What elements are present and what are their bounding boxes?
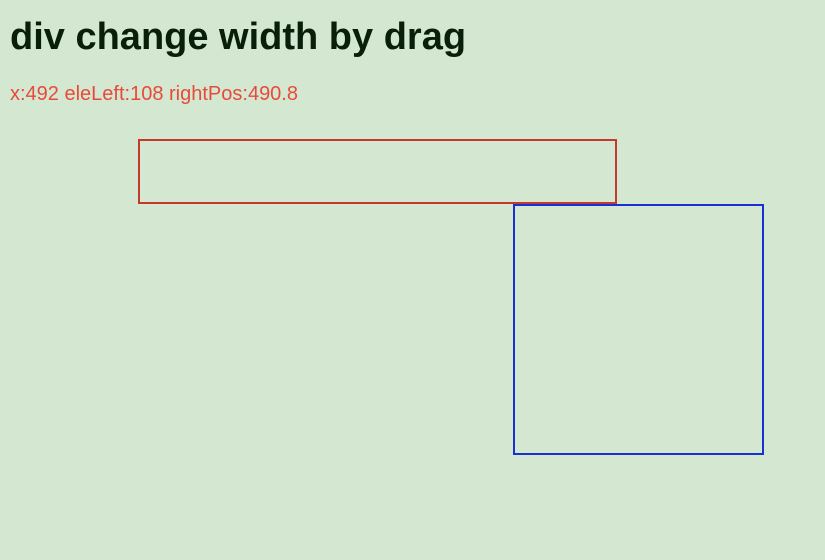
status-text: x:492 eleLeft:108 rightPos:490.8 xyxy=(0,59,825,106)
page-title: div change width by drag xyxy=(0,0,825,59)
draggable-blue-box[interactable] xyxy=(513,204,764,455)
resizable-red-box[interactable] xyxy=(138,139,617,204)
